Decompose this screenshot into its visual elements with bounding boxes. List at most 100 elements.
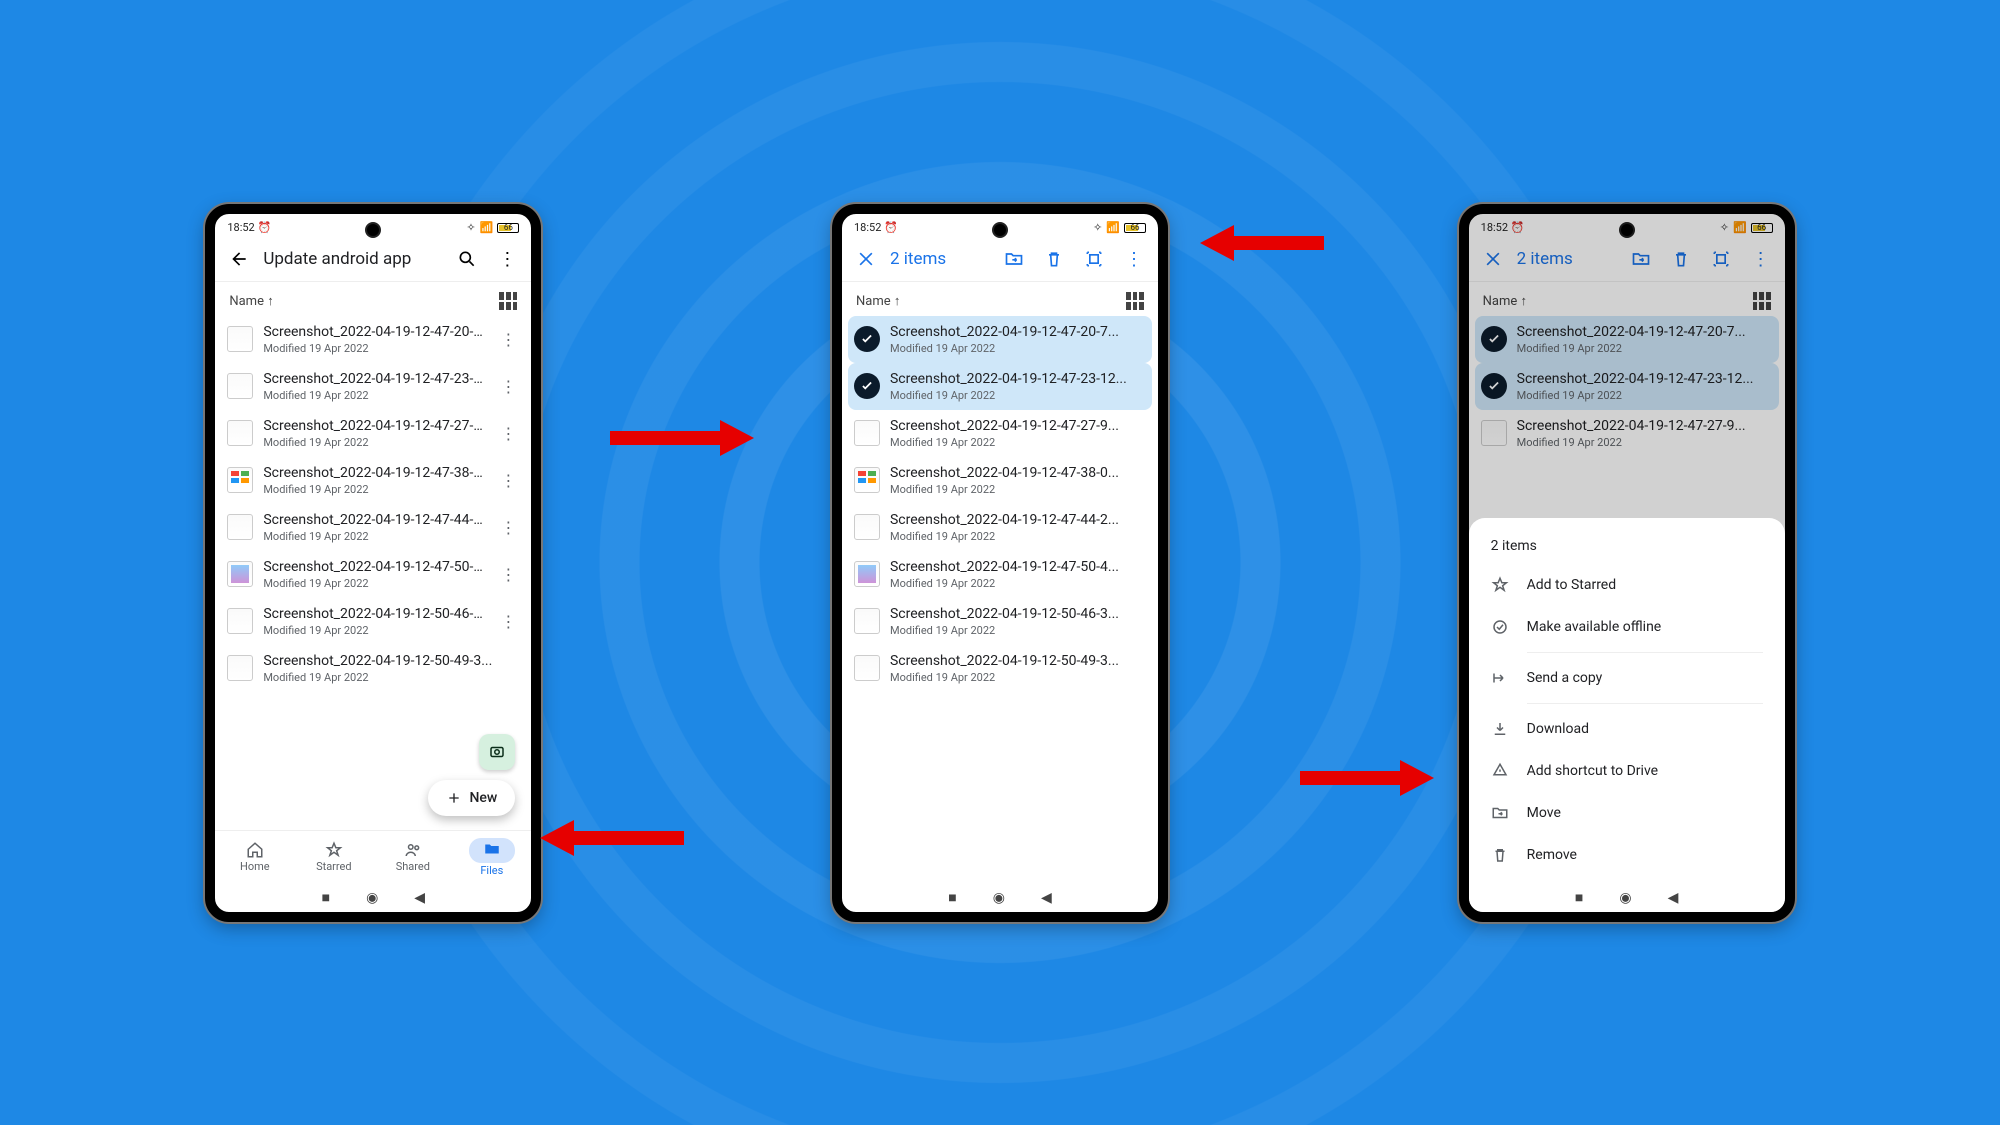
- file-row[interactable]: Screenshot_2022-04-19-12-47-38-0...Modif…: [221, 457, 525, 504]
- phone-1: 18:52 ⏰ ✧ 📶 66 Update android app ⋮ Name…: [205, 204, 541, 922]
- arrow-to-overflow: [1200, 225, 1324, 261]
- row-overflow-icon[interactable]: ⋮: [497, 330, 519, 349]
- file-row-selected[interactable]: Screenshot_2022-04-19-12-47-20-7...Modif…: [848, 316, 1152, 363]
- nav-shared[interactable]: Shared: [373, 831, 452, 884]
- recents-icon[interactable]: ■: [1575, 889, 1583, 906]
- view-toggle-icon[interactable]: [1126, 292, 1144, 310]
- file-row[interactable]: Screenshot_2022-04-19-12-47-38-0...Modif…: [848, 457, 1152, 504]
- row-overflow-icon[interactable]: ⋮: [497, 424, 519, 443]
- arrow-to-selected-row: [610, 420, 754, 456]
- file-row[interactable]: Screenshot_2022-04-19-12-47-50-4...Modif…: [848, 551, 1152, 598]
- new-button[interactable]: New: [428, 780, 516, 816]
- sheet-send-copy[interactable]: Send a copy: [1469, 657, 1785, 699]
- home-icon[interactable]: ◉: [366, 890, 378, 906]
- close-icon[interactable]: [850, 243, 882, 275]
- overflow-icon[interactable]: ⋮: [491, 243, 523, 275]
- file-row[interactable]: Screenshot_2022-04-19-12-47-20-7...Modif…: [221, 316, 525, 363]
- star-icon: [1491, 576, 1509, 594]
- file-list: Screenshot_2022-04-19-12-47-20-7...Modif…: [215, 316, 531, 692]
- file-row[interactable]: Screenshot_2022-04-19-12-47-23-12...Modi…: [221, 363, 525, 410]
- file-thumb: [227, 561, 253, 587]
- sheet-offline[interactable]: Make available offline: [1469, 606, 1785, 648]
- row-overflow-icon[interactable]: ⋮: [497, 612, 519, 631]
- arrow-to-new-button: [540, 820, 684, 856]
- download-icon: [1491, 720, 1509, 738]
- nav-files[interactable]: Files: [452, 831, 531, 884]
- home-icon[interactable]: ◉: [1619, 890, 1631, 906]
- sheet-add-starred[interactable]: Add to Starred: [1469, 564, 1785, 606]
- row-overflow-icon[interactable]: ⋮: [497, 377, 519, 396]
- home-icon[interactable]: ◉: [993, 890, 1005, 906]
- phone-3: 18:52 ⏰ ✧📶66 2 items ⋮ Name ↑ Screenshot…: [1459, 204, 1795, 922]
- check-icon: [854, 326, 880, 352]
- system-nav: ■ ◉ ◀: [842, 884, 1158, 912]
- file-thumb: [227, 467, 253, 493]
- trash-icon: [1491, 846, 1509, 864]
- sort-arrow-icon: ↑: [267, 294, 274, 309]
- sheet-shortcut[interactable]: Add shortcut to Drive: [1469, 750, 1785, 792]
- selection-app-bar: 2 items ⋮: [842, 238, 1158, 282]
- star-icon: [325, 841, 343, 859]
- file-row[interactable]: Screenshot_2022-04-19-12-50-46-3...Modif…: [848, 598, 1152, 645]
- sheet-remove[interactable]: Remove: [1469, 834, 1785, 876]
- check-icon: [854, 373, 880, 399]
- folder-title: Update android app: [263, 249, 443, 269]
- file-row-selected[interactable]: Screenshot_2022-04-19-12-47-23-12...Modi…: [848, 363, 1152, 410]
- file-thumb: [227, 420, 253, 446]
- file-row[interactable]: Screenshot_2022-04-19-12-47-44-2...Modif…: [848, 504, 1152, 551]
- view-toggle-icon[interactable]: [499, 292, 517, 310]
- recents-icon[interactable]: ■: [948, 889, 956, 906]
- battery-indicator: 66: [497, 223, 519, 233]
- select-all-icon[interactable]: [1078, 243, 1110, 275]
- file-list: Screenshot_2022-04-19-12-47-20-7...Modif…: [842, 316, 1158, 692]
- overflow-icon[interactable]: ⋮: [1118, 243, 1150, 275]
- camera-punch: [994, 224, 1006, 236]
- signal-icon: 📶: [480, 222, 494, 233]
- row-overflow-icon[interactable]: ⋮: [497, 518, 519, 537]
- offline-icon: [1491, 618, 1509, 636]
- send-icon: [1491, 669, 1509, 687]
- file-row[interactable]: Screenshot_2022-04-19-12-47-50-4...Modif…: [221, 551, 525, 598]
- system-nav: ■ ◉ ◀: [1469, 884, 1785, 912]
- sheet-move[interactable]: Move: [1469, 792, 1785, 834]
- nav-starred[interactable]: Starred: [294, 831, 373, 884]
- trash-icon[interactable]: [1038, 243, 1070, 275]
- fab-group: New: [428, 734, 516, 816]
- phone-2: 18:52 ⏰ ✧📶66 2 items ⋮ Name ↑ Screenshot…: [832, 204, 1168, 922]
- back-icon[interactable]: ◀: [1668, 890, 1679, 906]
- tutorial-stage: 18:52 ⏰ ✧ 📶 66 Update android app ⋮ Name…: [0, 0, 2000, 1125]
- file-row[interactable]: Screenshot_2022-04-19-12-50-49-3...Modif…: [848, 645, 1152, 692]
- folder-icon: [483, 840, 501, 858]
- search-icon[interactable]: [451, 243, 483, 275]
- file-row[interactable]: Screenshot_2022-04-19-12-50-49-3...Modif…: [221, 645, 525, 692]
- shortcut-icon: [1491, 762, 1509, 780]
- file-thumb: [227, 655, 253, 681]
- row-overflow-icon[interactable]: ⋮: [497, 565, 519, 584]
- arrow-to-download: [1300, 760, 1434, 796]
- scan-fab[interactable]: [479, 734, 515, 770]
- bottom-sheet: 2 items Add to Starred Make available of…: [1469, 518, 1785, 912]
- sort-row[interactable]: Name ↑: [215, 282, 531, 316]
- file-thumb: [227, 373, 253, 399]
- sheet-download[interactable]: Download: [1469, 708, 1785, 750]
- recents-icon[interactable]: ■: [322, 889, 330, 906]
- move-icon[interactable]: [998, 243, 1030, 275]
- plus-icon: [446, 790, 462, 806]
- sort-row[interactable]: Name ↑: [842, 282, 1158, 316]
- sheet-title: 2 items: [1469, 532, 1785, 564]
- back-icon[interactable]: ◀: [414, 890, 425, 906]
- system-nav: ■ ◉ ◀: [215, 884, 531, 912]
- back-icon[interactable]: ◀: [1041, 890, 1052, 906]
- home-icon: [246, 841, 264, 859]
- file-thumb: [227, 608, 253, 634]
- file-row[interactable]: Screenshot_2022-04-19-12-47-27-9...Modif…: [848, 410, 1152, 457]
- back-icon[interactable]: [223, 243, 255, 275]
- folder-move-icon: [1491, 804, 1509, 822]
- bottom-nav: Home Starred Shared Files: [215, 830, 531, 884]
- file-row[interactable]: Screenshot_2022-04-19-12-47-27-9...Modif…: [221, 410, 525, 457]
- row-overflow-icon[interactable]: ⋮: [497, 471, 519, 490]
- file-row[interactable]: Screenshot_2022-04-19-12-47-44-2...Modif…: [221, 504, 525, 551]
- nav-home[interactable]: Home: [215, 831, 294, 884]
- app-bar: Update android app ⋮: [215, 238, 531, 282]
- file-row[interactable]: Screenshot_2022-04-19-12-50-46-3...Modif…: [221, 598, 525, 645]
